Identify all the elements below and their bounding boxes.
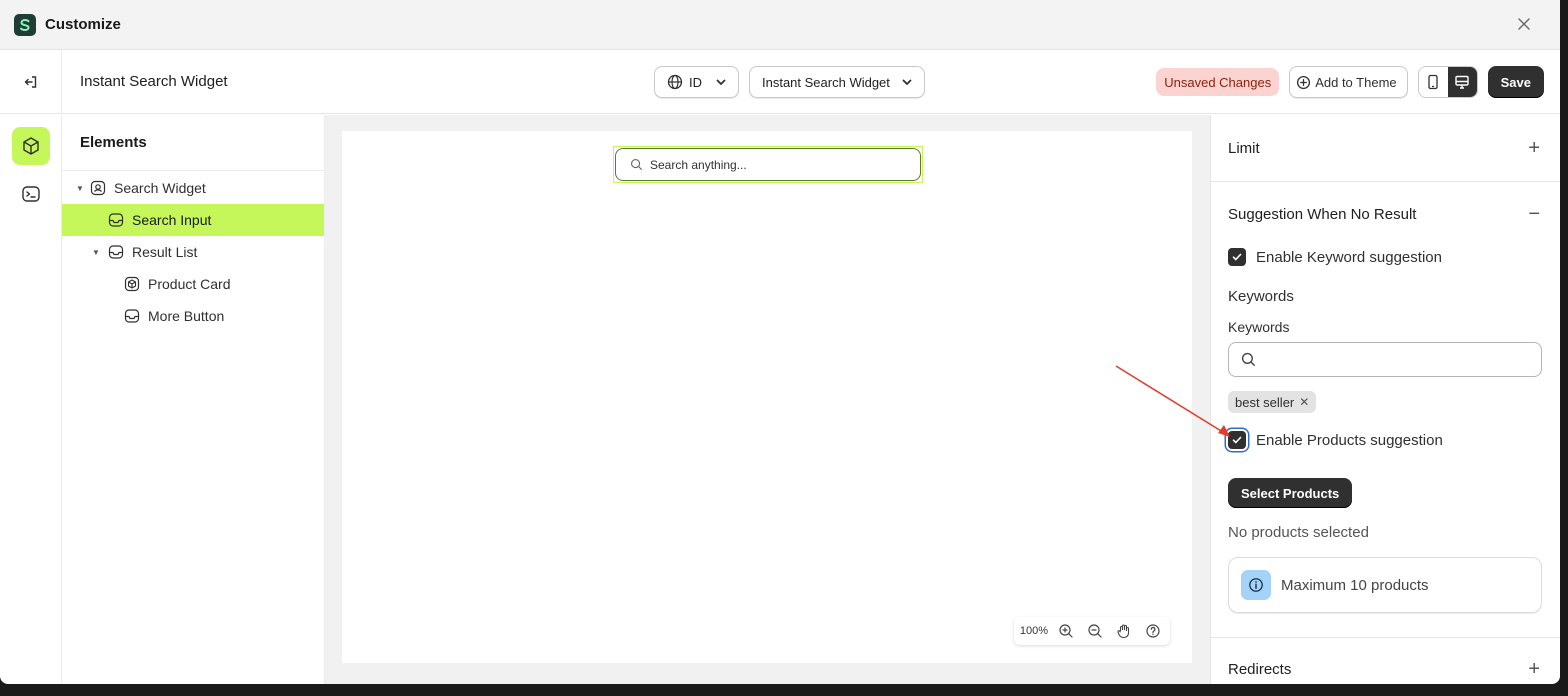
- elements-title: Elements: [62, 115, 324, 171]
- inbox-icon: [107, 243, 125, 261]
- zoom-in-icon[interactable]: [1055, 620, 1077, 642]
- minus-icon[interactable]: −: [1528, 203, 1540, 226]
- redirects-title: Redirects: [1228, 661, 1292, 678]
- elements-rail-button[interactable]: [11, 127, 50, 165]
- hand-pan-icon[interactable]: [1113, 620, 1135, 642]
- cube-icon: [22, 137, 39, 155]
- elements-panel: Elements ▼ Search Widget Search Input ▼ …: [62, 115, 325, 684]
- keywords-label: Keywords: [1228, 319, 1290, 335]
- customize-window: Customize Instant Search Widget ID Insta…: [0, 0, 1560, 684]
- limit-title: Limit: [1228, 139, 1260, 157]
- keyword-suggestion-checkbox[interactable]: [1228, 248, 1246, 266]
- suggestion-section-header[interactable]: Suggestion When No Result −: [1211, 182, 1560, 246]
- app-title: Customize: [45, 16, 121, 33]
- tree-item-more-button[interactable]: More Button: [62, 300, 324, 332]
- mobile-view-button[interactable]: [1418, 67, 1448, 97]
- unsaved-changes-badge: Unsaved Changes: [1156, 68, 1280, 96]
- keywords-search-input[interactable]: [1228, 342, 1542, 377]
- caret-down-icon[interactable]: ▼: [91, 248, 101, 257]
- suggestion-section-body: Enable Keyword suggestion Keywords Keywo…: [1211, 248, 1560, 613]
- exit-icon: [24, 75, 36, 88]
- device-toggle: [1417, 66, 1478, 98]
- tree-item-label: Search Input: [132, 212, 212, 228]
- tree-item-search-widget[interactable]: ▼ Search Widget: [62, 172, 324, 204]
- tree-item-label: Result List: [132, 244, 198, 260]
- product-card-icon: [123, 275, 141, 293]
- plus-icon[interactable]: +: [1528, 658, 1540, 681]
- select-products-button[interactable]: Select Products: [1228, 478, 1353, 508]
- template-value: Instant Search Widget: [762, 74, 890, 90]
- workspace: Elements ▼ Search Widget Search Input ▼ …: [0, 115, 1560, 684]
- tree-item-label: Search Widget: [114, 180, 206, 196]
- keywords-heading: Keywords: [1228, 288, 1294, 305]
- check-icon: [1232, 436, 1242, 444]
- keyword-suggestion-label: Enable Keyword suggestion: [1256, 248, 1442, 266]
- select-products-wrap: Select Products: [1228, 478, 1543, 508]
- products-suggestion-label: Enable Products suggestion: [1256, 431, 1443, 449]
- max-products-text: Maximum 10 products: [1281, 576, 1429, 594]
- exit-editor-button[interactable]: [0, 49, 62, 114]
- add-to-theme-button[interactable]: Add to Theme: [1289, 66, 1408, 98]
- check-icon: [1232, 253, 1242, 261]
- zoom-out-icon[interactable]: [1084, 620, 1106, 642]
- plus-icon[interactable]: +: [1528, 137, 1540, 160]
- suggestion-title: Suggestion When No Result: [1228, 205, 1417, 223]
- keyword-suggestion-row: Enable Keyword suggestion: [1228, 248, 1543, 266]
- language-select[interactable]: ID: [654, 66, 739, 98]
- search-placeholder: Search anything...: [650, 157, 747, 172]
- title-bar: Customize: [0, 0, 1560, 50]
- limit-section-header[interactable]: Limit +: [1211, 115, 1560, 182]
- left-rail: [0, 115, 62, 684]
- globe-icon: [667, 74, 683, 90]
- preview-search-input[interactable]: Search anything...: [615, 148, 921, 181]
- add-to-theme-label: Add to Theme: [1315, 74, 1397, 90]
- page-name: Instant Search Widget: [80, 73, 228, 90]
- tree-item-result-list[interactable]: ▼ Result List: [62, 236, 324, 268]
- chevron-down-icon: [902, 79, 912, 85]
- inbox-icon: [123, 307, 141, 325]
- caret-down-icon[interactable]: ▼: [75, 184, 85, 193]
- chevron-down-icon: [716, 79, 726, 85]
- keyword-tag-label: best seller: [1235, 394, 1295, 410]
- terminal-icon: [21, 186, 40, 202]
- close-icon[interactable]: [1514, 14, 1534, 34]
- desktop-icon: [1455, 75, 1469, 89]
- tree-item-label: Product Card: [148, 276, 231, 292]
- widget-icon: [89, 179, 107, 197]
- tree-item-search-input[interactable]: Search Input: [62, 204, 324, 236]
- mobile-icon: [1428, 74, 1438, 90]
- remove-tag-icon[interactable]: ✕: [1299, 395, 1309, 409]
- preview-canvas: Search anything... 100%: [342, 131, 1192, 663]
- search-icon: [1241, 352, 1255, 366]
- zoom-toolbar: 100%: [1013, 617, 1170, 645]
- center-controls: ID Instant Search Widget: [654, 66, 925, 98]
- code-rail-button[interactable]: [12, 175, 50, 213]
- max-products-banner: Maximum 10 products: [1228, 557, 1542, 613]
- editor-toolbar: Instant Search Widget ID Instant Search …: [0, 49, 1560, 114]
- help-icon[interactable]: [1142, 620, 1164, 642]
- canvas-area: Search anything... 100%: [325, 115, 1210, 684]
- settings-panel: Limit + Suggestion When No Result − Enab…: [1210, 115, 1560, 684]
- save-button[interactable]: Save: [1487, 66, 1544, 98]
- redirects-section-header[interactable]: Redirects +: [1211, 637, 1560, 684]
- inbox-icon: [107, 211, 125, 229]
- language-value: ID: [689, 74, 702, 90]
- desktop-view-button[interactable]: [1447, 67, 1477, 97]
- products-suggestion-checkbox[interactable]: [1228, 431, 1246, 449]
- keyword-tag: best seller ✕: [1228, 391, 1317, 413]
- keyword-tags: best seller ✕: [1228, 391, 1543, 413]
- plus-circle-icon: [1297, 75, 1311, 89]
- search-icon: [631, 159, 642, 170]
- products-suggestion-row: Enable Products suggestion: [1228, 431, 1543, 449]
- tree-item-product-card[interactable]: Product Card: [62, 268, 324, 300]
- right-controls: Unsaved Changes Add to Theme Save: [1156, 66, 1544, 98]
- app-logo-icon: [14, 13, 36, 36]
- tree-item-label: More Button: [148, 308, 225, 324]
- info-icon: [1241, 570, 1271, 600]
- zoom-level: 100%: [1019, 625, 1048, 637]
- no-products-text: No products selected: [1228, 524, 1369, 541]
- template-select[interactable]: Instant Search Widget: [749, 66, 925, 98]
